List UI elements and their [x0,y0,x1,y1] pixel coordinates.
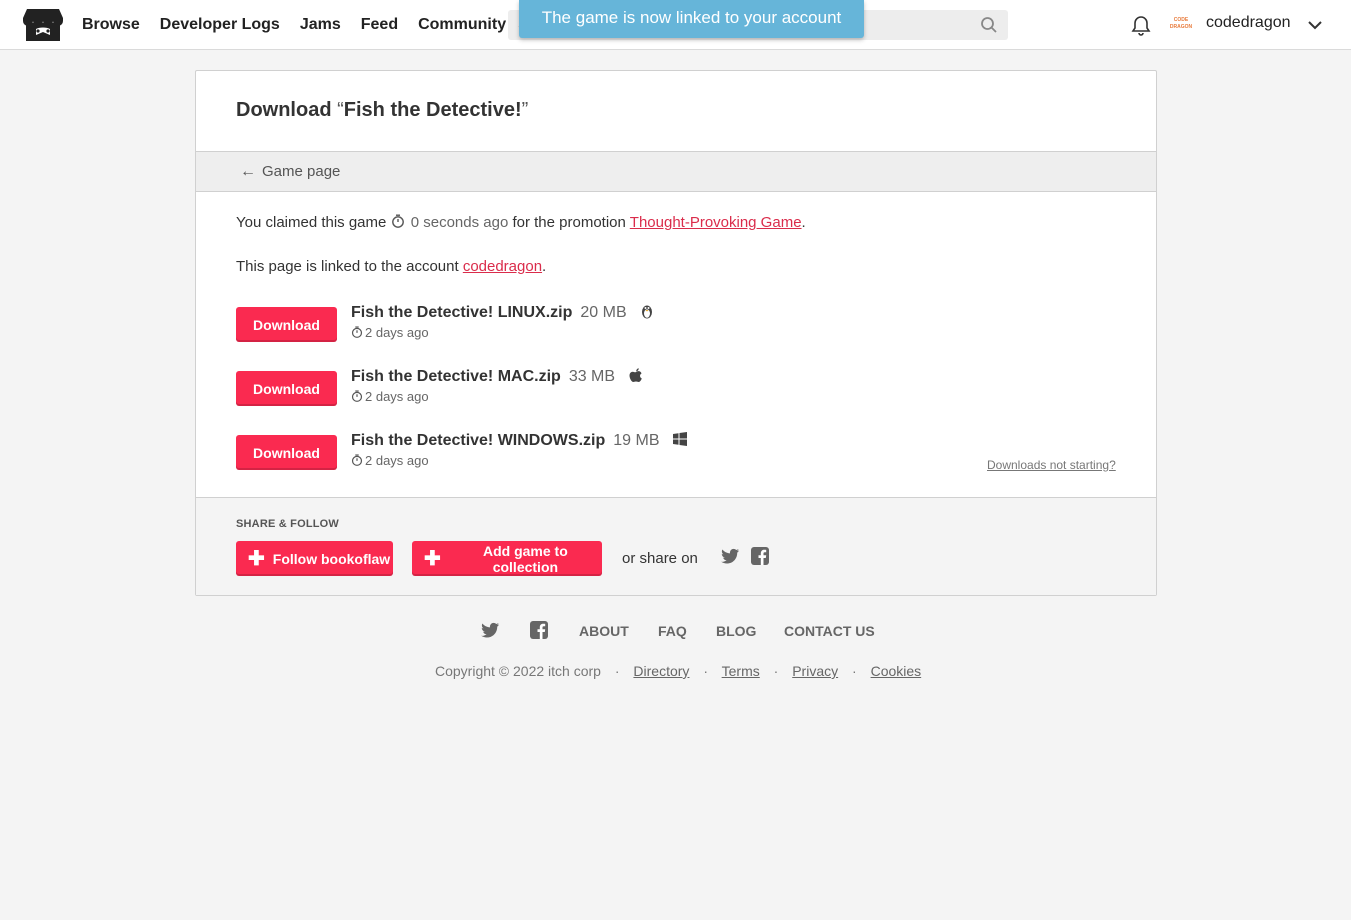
stopwatch-icon [391,214,404,228]
nav-developer-logs[interactable]: Developer Logs [160,16,280,34]
top-header: Browse Developer Logs Jams Feed Communit… [0,0,1351,50]
footer-directory[interactable]: Directory [633,663,689,679]
back-label: Game page [262,163,341,180]
apple-icon [629,368,642,382]
share-section: SHARE & FOLLOW ✚ Follow bookoflaw ✚ Add ga… [196,497,1156,595]
file-date: 2 days ago [351,389,429,404]
nav-community[interactable]: Community [418,16,506,34]
footer-faq[interactable]: FAQ [658,623,687,639]
linked-toast: The game is now linked to your account [519,0,864,38]
download-button[interactable]: Download [236,371,337,406]
stopwatch-icon [351,326,363,338]
plus-icon: ✚ [248,547,265,570]
file-size: 20 MB [580,304,627,321]
facebook-icon[interactable] [750,546,770,566]
card-header: Download “Fish the Detective!” [196,71,1156,152]
share-label: or share on [622,550,698,567]
download-card: Download “Fish the Detective!” ← Game pa… [195,70,1157,596]
promotion-link[interactable]: Thought-Provoking Game [630,214,802,231]
footer-contact-us[interactable]: CONTACT US [784,623,875,639]
nav-feed[interactable]: Feed [361,16,398,34]
footer-privacy[interactable]: Privacy [792,663,838,679]
linux-icon [642,305,653,319]
plus-icon: ✚ [424,547,441,570]
card-body: You claimed this game 0 seconds ago for … [196,192,1156,497]
file-name: Fish the Detective! LINUX.zip 20 MB [351,303,655,322]
back-arrow-icon: ← [240,162,256,180]
download-row: Download Fish the Detective! WINDOWS.zip… [236,432,836,471]
facebook-icon[interactable] [529,620,549,640]
claim-time: 0 seconds ago [410,214,509,231]
stopwatch-icon [351,454,363,466]
file-date: 2 days ago [351,325,429,340]
back-link[interactable]: ← Game page [196,152,1156,192]
file-name: Fish the Detective! MAC.zip 33 MB [351,367,644,386]
share-title: SHARE & FOLLOW [236,518,340,530]
follow-button[interactable]: ✚ Follow bookoflaw [236,541,393,576]
twitter-icon[interactable] [720,546,740,566]
account-link[interactable]: codedragon [463,258,542,275]
file-date: 2 days ago [351,453,429,468]
avatar[interactable]: CODE DRAGON [1168,12,1194,38]
file-size: 19 MB [613,432,660,449]
footer-blog[interactable]: BLOG [716,623,756,639]
copyright-text: Copyright © 2022 itch corp [435,663,601,679]
linked-notice: This page is linked to the account coded… [236,258,547,275]
add-to-collection-button[interactable]: ✚ Add game to collection [412,541,602,576]
footer-cookies[interactable]: Cookies [871,663,922,679]
page-title: Download “Fish the Detective!” [236,99,529,121]
file-size: 33 MB [568,368,616,385]
itch-logo-icon[interactable] [23,7,63,43]
twitter-icon[interactable] [480,620,500,640]
username[interactable]: codedragon [1206,14,1291,32]
download-button[interactable]: Download [236,435,337,470]
stopwatch-icon [351,390,363,402]
downloads-help-link[interactable]: Downloads not starting? [987,458,1116,472]
file-name: Fish the Detective! WINDOWS.zip 19 MB [351,431,688,450]
notification-bell-icon[interactable] [1130,14,1152,36]
copyright-line: Copyright © 2022 itch corp · Directory ·… [435,663,922,679]
chevron-down-icon[interactable] [1306,16,1324,34]
nav-browse[interactable]: Browse [82,16,140,34]
download-row: Download Fish the Detective! LINUX.zip 20… [236,304,836,343]
search-icon[interactable] [980,16,998,34]
download-row: Download Fish the Detective! MAC.zip 33 M… [236,368,836,407]
claim-notice: You claimed this game 0 seconds ago for … [236,214,806,231]
footer-about[interactable]: ABOUT [579,623,629,639]
main-nav: Browse Developer Logs Jams Feed Communit… [82,0,526,50]
windows-icon [672,432,687,446]
footer-terms[interactable]: Terms [722,663,760,679]
nav-jams[interactable]: Jams [300,16,341,34]
download-button[interactable]: Download [236,307,337,342]
